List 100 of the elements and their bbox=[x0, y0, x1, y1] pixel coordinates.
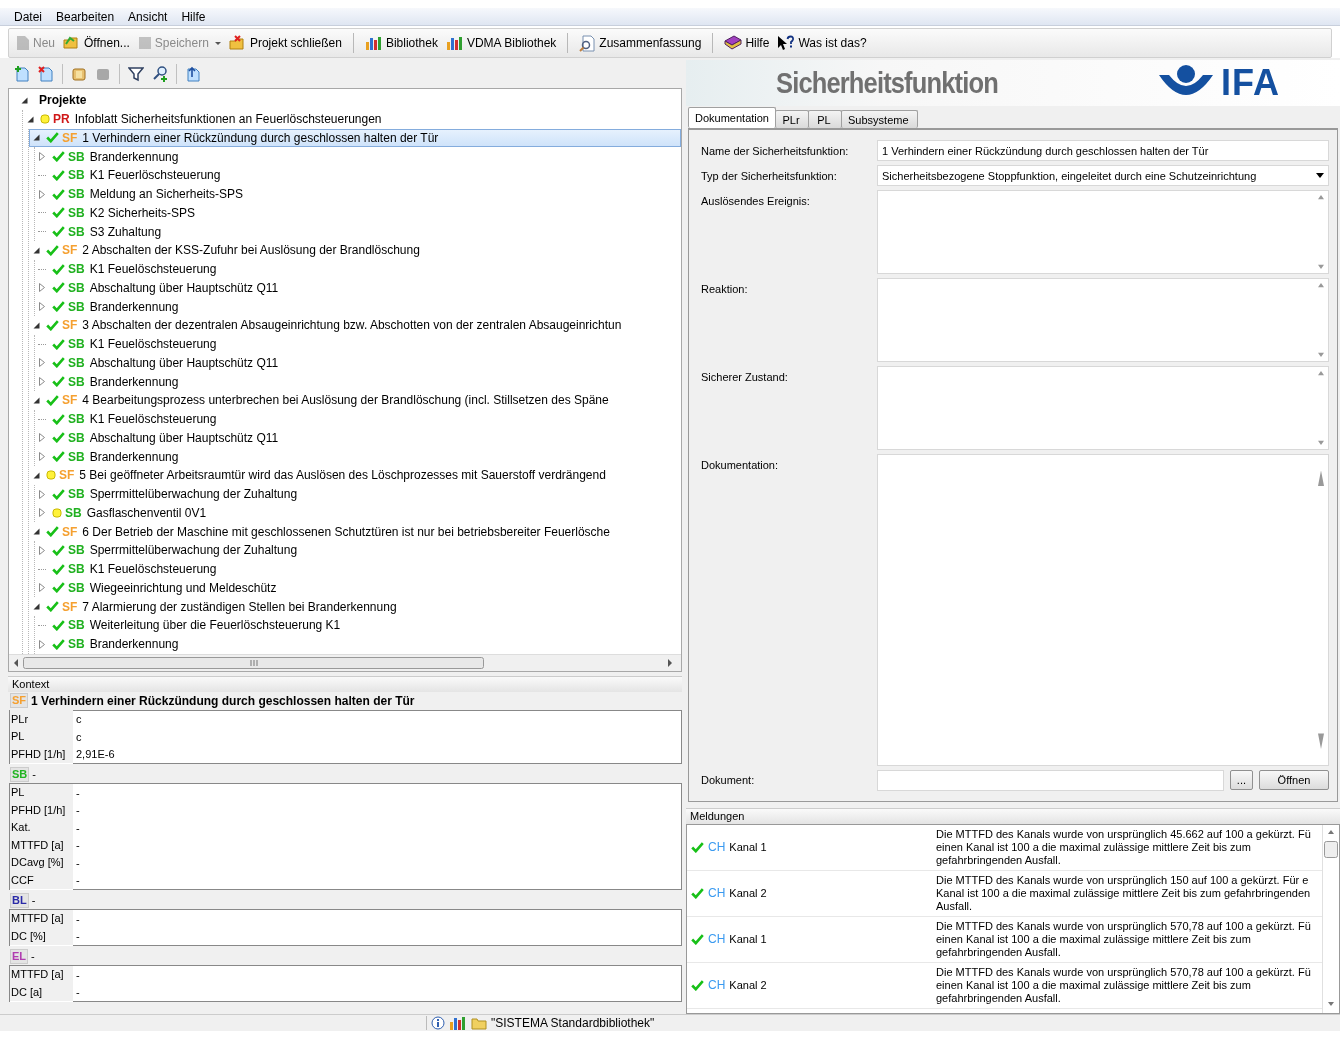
message-text: Die MTTFD des Kanals wurde von ursprünglich 150 auf 100 a gekürzt. Für e Kanal ist 100 a die maximal zulässige mittlere Zeit bis zum gefahrbringenden Ausfall. bbox=[936, 873, 1311, 913]
field-label: Sicherer Zustand: bbox=[701, 370, 789, 383]
tree-item[interactable]: SB Weiterleitung über die Feuerlöschsteuerung K1 bbox=[35, 616, 681, 635]
collapsed-triangle-icon[interactable] bbox=[39, 358, 45, 368]
toolbar-button[interactable]: Zusammenfassung bbox=[576, 32, 705, 54]
tree-item[interactable]: SB Branderkennung bbox=[35, 634, 681, 654]
collapsed-triangle-icon[interactable] bbox=[39, 302, 45, 312]
tree-item[interactable]: SB Sperrmittelüberwachung der Zuhaltung bbox=[35, 541, 681, 560]
search-plus-icon[interactable] bbox=[152, 66, 168, 82]
tree-item[interactable]: SF 3 Abschalten der dezentralen Absaugeinrichtung bzw. Abschotten von der zentralen Absaugeinrichtun bbox=[29, 316, 681, 335]
folder-icon bbox=[228, 35, 247, 51]
collapsed-triangle-icon[interactable] bbox=[39, 152, 45, 162]
tab[interactable]: Subsysteme bbox=[841, 110, 918, 128]
element-type-label: BL bbox=[10, 892, 29, 908]
node-type-label: PR bbox=[53, 112, 70, 127]
tree-item[interactable]: PR Infoblatt Sicherheitsfunktionen an Feuerlöschsteuerungen bbox=[23, 109, 681, 129]
tree-item[interactable]: SB Gasflaschenventil 0V1 bbox=[35, 503, 681, 523]
field-label: Dokumentation: bbox=[701, 458, 780, 471]
expanded-triangle-icon[interactable] bbox=[32, 471, 40, 479]
tab[interactable]: PLr bbox=[775, 110, 809, 128]
tree-item[interactable]: Projekte bbox=[9, 91, 681, 110]
tree-item[interactable]: SB Branderkennung bbox=[35, 447, 681, 466]
tree-item[interactable]: SB K1 Feuelöschsteuerung bbox=[35, 409, 681, 429]
toolbar-button[interactable]: Projekt schließen bbox=[225, 33, 345, 53]
message-text: Die MTTFD des Kanals wurde von ursprünglich 570,78 auf 100 a gekürzt. Fü einen Kanal ist 100 a die maximal zulässige mittlere Zeit bis zum gefahrbringenden Ausfall. bbox=[936, 965, 1311, 1005]
collapsed-triangle-icon[interactable] bbox=[39, 377, 45, 387]
node-type-label: SB bbox=[68, 412, 85, 427]
panel-title: Kontext bbox=[8, 675, 682, 692]
tree-item[interactable]: SF 5 Bei geöffneter Arbeitsraumtür wird das Auslösen des Löschprozesses mit Sauerstoff verdrängend bbox=[29, 466, 681, 485]
node-type-label: SB bbox=[68, 224, 85, 239]
document-plus-icon[interactable] bbox=[14, 66, 30, 82]
toolbar-button[interactable]: Was ist das? bbox=[774, 33, 870, 53]
expanded-triangle-icon[interactable] bbox=[32, 396, 40, 404]
collapsed-triangle-icon[interactable] bbox=[39, 583, 45, 593]
collapsed-triangle-icon[interactable] bbox=[39, 189, 45, 199]
tree-item[interactable]: SB Sperrmittelüberwachung der Zuhaltung bbox=[35, 484, 681, 504]
document-arrow-icon[interactable] bbox=[185, 66, 201, 82]
toolbar-button[interactable]: Hilfe bbox=[721, 33, 773, 53]
tree-item[interactable]: SB Meldung an Sicherheits-SPS bbox=[35, 184, 681, 204]
expanded-triangle-icon[interactable] bbox=[32, 528, 40, 536]
collapsed-triangle-icon[interactable] bbox=[39, 433, 45, 443]
property-value: - bbox=[75, 839, 80, 852]
tree-item[interactable]: SB K1 Feuelöschsteuerung bbox=[35, 559, 681, 579]
tree-item[interactable]: SB Branderkennung bbox=[35, 147, 681, 166]
dropdown-caret-icon bbox=[214, 41, 221, 45]
collapsed-triangle-icon[interactable] bbox=[39, 639, 45, 649]
tree-item[interactable]: SB Wiegeeinrichtung und Meldeschütz bbox=[35, 578, 681, 598]
tree-item[interactable]: SF 4 Bearbeitungsprozess unterbrechen bei Auslösung der Brandlöschung (incl. Stillsetzen des Späne bbox=[29, 391, 681, 410]
tree-item[interactable]: SB Abschaltung über Hauptschütz Q11 bbox=[35, 428, 681, 448]
field-label: Dokument: bbox=[701, 774, 756, 786]
node-type-label: SB bbox=[68, 637, 85, 652]
tree-item[interactable]: SB Abschaltung über Hauptschütz Q11 bbox=[35, 278, 681, 298]
tab[interactable]: Dokumentation bbox=[688, 107, 776, 128]
toolbar-button[interactable]: Bibliothek bbox=[361, 33, 441, 53]
toolbar-button[interactable]: Öffnen... bbox=[60, 33, 133, 53]
open-button[interactable]: Öffnen bbox=[1259, 770, 1329, 790]
node-type-label: SF bbox=[59, 468, 75, 483]
tree-item[interactable]: SB K1 Feuelöschsteuerung bbox=[35, 334, 681, 354]
collapsed-triangle-icon[interactable] bbox=[39, 508, 45, 518]
expanded-triangle-icon[interactable] bbox=[20, 96, 28, 104]
tree-item[interactable]: SB Branderkennung bbox=[35, 297, 681, 316]
browse-button[interactable]: ... bbox=[1229, 770, 1253, 790]
menu-item[interactable]: Bearbeiten bbox=[50, 8, 121, 25]
node-type-label: SB bbox=[68, 580, 85, 595]
collapsed-triangle-icon[interactable] bbox=[39, 452, 45, 462]
collapsed-triangle-icon[interactable] bbox=[39, 489, 45, 499]
property-name: PLr bbox=[10, 710, 73, 729]
expanded-triangle-icon[interactable] bbox=[32, 321, 40, 329]
expanded-triangle-icon[interactable] bbox=[26, 115, 34, 123]
node-type-label: SB bbox=[68, 337, 85, 352]
property-value: c bbox=[75, 713, 82, 726]
menu-item[interactable]: Ansicht bbox=[122, 8, 174, 25]
tree-item[interactable]: SB K1 Feuelöschsteuerung bbox=[35, 259, 681, 279]
channel-name: Kanal 2 bbox=[729, 887, 767, 899]
expanded-triangle-icon[interactable] bbox=[32, 134, 40, 142]
tree-item[interactable]: SB K2 Sicherheits-SPS bbox=[35, 203, 681, 223]
collapsed-triangle-icon[interactable] bbox=[39, 545, 45, 555]
page-title: Sicherheitsfunktion bbox=[776, 66, 998, 100]
expanded-triangle-icon[interactable] bbox=[32, 246, 40, 254]
document-delete-icon[interactable] bbox=[38, 66, 54, 82]
toolbar-button[interactable]: VDMA Bibliothek bbox=[442, 33, 560, 53]
expanded-triangle-icon[interactable] bbox=[32, 603, 40, 611]
document-path-field[interactable] bbox=[877, 769, 1224, 791]
node-type-label: SB bbox=[68, 168, 85, 183]
tab[interactable]: PL bbox=[808, 110, 842, 128]
tree-item[interactable]: SF 6 Der Betrieb der Maschine mit geschlossenen Schutztüren ist nur bei betriebsbereiter Feuerlösche bbox=[29, 522, 681, 541]
tree-item[interactable]: SF 7 Alarmierung der zuständigen Stellen bei Branderkennung bbox=[29, 597, 681, 616]
tree-item[interactable]: SB K1 Feuerlöschsteuerung bbox=[35, 166, 681, 185]
menu-item[interactable]: Datei bbox=[8, 8, 48, 25]
text-field[interactable]: 1 Verhindern einer Rückzündung durch geschlossen halten der Tür bbox=[877, 140, 1329, 161]
tree-item[interactable]: SB Branderkennung bbox=[35, 372, 681, 391]
tree-item[interactable]: SB Abschaltung über Hauptschütz Q11 bbox=[35, 353, 681, 373]
tree-item[interactable]: SB S3 Zuhaltung bbox=[35, 222, 681, 241]
channel-type-label: CH bbox=[708, 978, 726, 992]
dropdown-field[interactable]: Sicherheitsbezogene Stoppfunktion, eingeleitet durch eine Schutzeinrichtung bbox=[877, 165, 1329, 186]
tree-item[interactable]: SF 1 Verhindern einer Rückzündung durch geschlossen halten der Tür bbox=[29, 128, 681, 148]
filter-icon[interactable] bbox=[128, 66, 144, 82]
collapsed-triangle-icon[interactable] bbox=[39, 283, 45, 293]
tree-item[interactable]: SF 2 Abschalten der KSS-Zufuhr bei Auslösung der Brandlöschung bbox=[29, 241, 681, 260]
menu-item[interactable]: Hilfe bbox=[175, 8, 212, 25]
